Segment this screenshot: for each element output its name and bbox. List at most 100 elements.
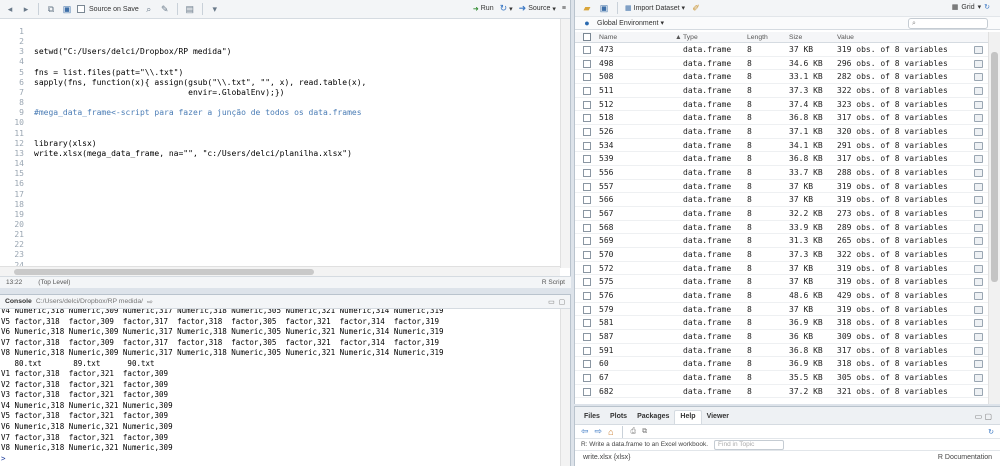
view-data-grid-icon[interactable]	[974, 87, 983, 96]
refresh-icon[interactable]: ↻	[988, 428, 994, 436]
code-line[interactable]	[34, 159, 366, 169]
code-line[interactable]	[34, 37, 366, 47]
environment-row[interactable]: 591 data.frame 8 36.8 KB 317 obs. of 8 varia…	[575, 344, 988, 358]
code-line[interactable]	[34, 250, 366, 260]
view-data-grid-icon[interactable]	[974, 46, 983, 54]
maximize-icon[interactable]: ▢	[984, 412, 992, 421]
view-data-grid-icon[interactable]	[974, 278, 983, 287]
column-header-length[interactable]: Length	[747, 34, 768, 41]
row-checkbox[interactable]	[583, 73, 591, 82]
open-folder-icon[interactable]: ▰	[581, 2, 593, 14]
environment-row[interactable]: 572 data.frame 8 37 KB 319 obs. of 8 variabl…	[575, 262, 988, 276]
environment-row[interactable]: 539 data.frame 8 36.8 KB 317 obs. of 8 varia…	[575, 152, 988, 167]
view-data-grid-icon[interactable]	[974, 182, 983, 191]
environment-row[interactable]: 568 data.frame 8 33.9 KB 289 obs. of 8 varia…	[575, 221, 988, 235]
environment-row[interactable]: 581 data.frame 8 36.9 KB 318 obs. of 8 varia…	[575, 316, 988, 331]
code-line[interactable]	[34, 118, 366, 128]
code-line[interactable]	[34, 57, 366, 67]
save-icon[interactable]: ▣	[598, 2, 610, 14]
console-scrollbar[interactable]	[560, 309, 570, 466]
source-on-save-checkbox[interactable]	[77, 5, 85, 13]
tab-viewer[interactable]: Viewer	[702, 411, 734, 424]
row-checkbox[interactable]	[583, 196, 591, 205]
environment-row[interactable]: 576 data.frame 8 48.6 KB 429 obs. of 8 varia…	[575, 289, 988, 303]
tab-packages[interactable]: Packages	[632, 411, 674, 424]
code-line[interactable]: fns = list.files(patt="\\.txt")	[34, 68, 366, 78]
view-data-grid-icon[interactable]	[974, 374, 983, 383]
row-checkbox[interactable]	[583, 387, 591, 396]
run-button[interactable]: ➜ Run	[473, 5, 494, 13]
row-checkbox[interactable]	[583, 210, 591, 219]
environment-row[interactable]: 682 data.frame 8 37.2 KB 321 obs. of 8 varia…	[575, 385, 988, 399]
environment-row[interactable]: 587 data.frame 8 36 KB 309 obs. of 8 variabl…	[575, 330, 988, 344]
minimize-icon[interactable]: ▭	[548, 298, 554, 306]
tab-plots[interactable]: Plots	[605, 411, 632, 424]
view-data-grid-icon[interactable]	[974, 114, 983, 123]
code-line[interactable]	[34, 210, 366, 220]
scroll-thumb[interactable]	[14, 269, 314, 275]
view-data-grid-icon[interactable]	[974, 169, 983, 178]
editor-horizontal-scrollbar[interactable]	[0, 266, 560, 276]
environment-row[interactable]: 498 data.frame 8 34.6 KB 296 obs. of 8 varia…	[575, 57, 988, 71]
editor-vertical-scrollbar[interactable]	[560, 19, 570, 268]
column-header-size[interactable]: Size	[789, 34, 802, 41]
environment-search-input[interactable]: ⌕	[908, 18, 988, 29]
row-checkbox[interactable]	[583, 237, 591, 246]
row-checkbox[interactable]	[583, 278, 591, 287]
view-data-grid-icon[interactable]	[974, 73, 983, 82]
column-header-name[interactable]: Name	[599, 34, 617, 41]
find-in-topic-input[interactable]: Find in Topic	[714, 439, 785, 450]
sort-ascending-icon[interactable]: ▲	[675, 34, 682, 41]
source-button[interactable]: ➜ Source ▾	[519, 3, 556, 14]
console-prompt[interactable]: >	[1, 454, 560, 465]
code-line[interactable]: setwd("C:/Users/delci/Dropbox/RP medida"…	[34, 47, 366, 57]
console-output[interactable]: V4 Numeric,318 Numeric,309 Numeric,317 N…	[0, 309, 560, 466]
view-data-grid-icon[interactable]	[974, 128, 983, 137]
magic-wand-icon[interactable]: ✎	[159, 3, 171, 15]
row-checkbox[interactable]	[583, 128, 591, 137]
save-icon[interactable]: ▣	[61, 3, 73, 15]
scroll-thumb[interactable]	[991, 52, 998, 282]
forward-arrow-icon[interactable]: ▸	[20, 3, 32, 15]
row-checkbox[interactable]	[583, 333, 591, 342]
code-line[interactable]	[34, 190, 366, 200]
environment-row[interactable]: 60 data.frame 8 36.9 KB 318 obs. of 8 variab…	[575, 357, 988, 372]
code-line[interactable]: library(xlsx)	[34, 139, 366, 149]
view-data-grid-icon[interactable]	[974, 210, 983, 219]
back-arrow-icon[interactable]: ◂	[4, 3, 16, 15]
view-data-grid-icon[interactable]	[974, 59, 983, 68]
code-line[interactable]	[34, 179, 366, 189]
row-checkbox[interactable]	[583, 59, 591, 68]
environment-row[interactable]: 570 data.frame 8 37.3 KB 322 obs. of 8 varia…	[575, 248, 988, 262]
scope-selector[interactable]: (Top Level)	[38, 279, 70, 286]
environment-row[interactable]: 511 data.frame 8 37.3 KB 322 obs. of 8 varia…	[575, 84, 988, 98]
code-text[interactable]: setwd("C:/Users/delci/Dropbox/RP medida"…	[34, 27, 366, 268]
view-data-grid-icon[interactable]	[974, 237, 983, 246]
view-data-grid-icon[interactable]	[974, 360, 983, 369]
code-line[interactable]	[34, 200, 366, 210]
code-line[interactable]	[34, 129, 366, 139]
environment-row[interactable]: 534 data.frame 8 34.1 KB 291 obs. of 8 varia…	[575, 139, 988, 153]
environment-scope-dropdown[interactable]: Global Environment ▾	[597, 19, 664, 28]
code-line[interactable]	[34, 98, 366, 108]
view-data-grid-icon[interactable]	[974, 100, 983, 109]
environment-row[interactable]: 569 data.frame 8 31.3 KB 265 obs. of 8 varia…	[575, 234, 988, 249]
grid-view-button[interactable]: ▦ Grid ▾ ↻	[952, 3, 990, 12]
tab-help[interactable]: Help	[674, 410, 702, 424]
back-arrow-icon[interactable]: ⇦	[581, 426, 589, 437]
code-line[interactable]	[34, 240, 366, 250]
chevron-down-icon[interactable]: ▾	[209, 3, 221, 15]
minimize-icon[interactable]: ▭	[975, 412, 983, 421]
row-checkbox[interactable]	[583, 264, 591, 273]
row-checkbox[interactable]	[583, 319, 591, 328]
environment-row[interactable]: 473 data.frame 8 37 KB 319 obs. of 8 variabl…	[575, 43, 988, 57]
view-data-grid-icon[interactable]	[974, 196, 983, 205]
environment-scrollbar[interactable]	[988, 32, 1000, 404]
row-checkbox[interactable]	[583, 141, 591, 150]
refresh-icon[interactable]: ↻	[984, 3, 990, 11]
code-line[interactable]	[34, 169, 366, 179]
row-checkbox[interactable]	[583, 251, 591, 260]
environment-row[interactable]: 526 data.frame 8 37.1 KB 320 obs. of 8 varia…	[575, 125, 988, 139]
environment-row[interactable]: 566 data.frame 8 37 KB 319 obs. of 8 variabl…	[575, 193, 988, 208]
view-data-grid-icon[interactable]	[974, 223, 983, 232]
